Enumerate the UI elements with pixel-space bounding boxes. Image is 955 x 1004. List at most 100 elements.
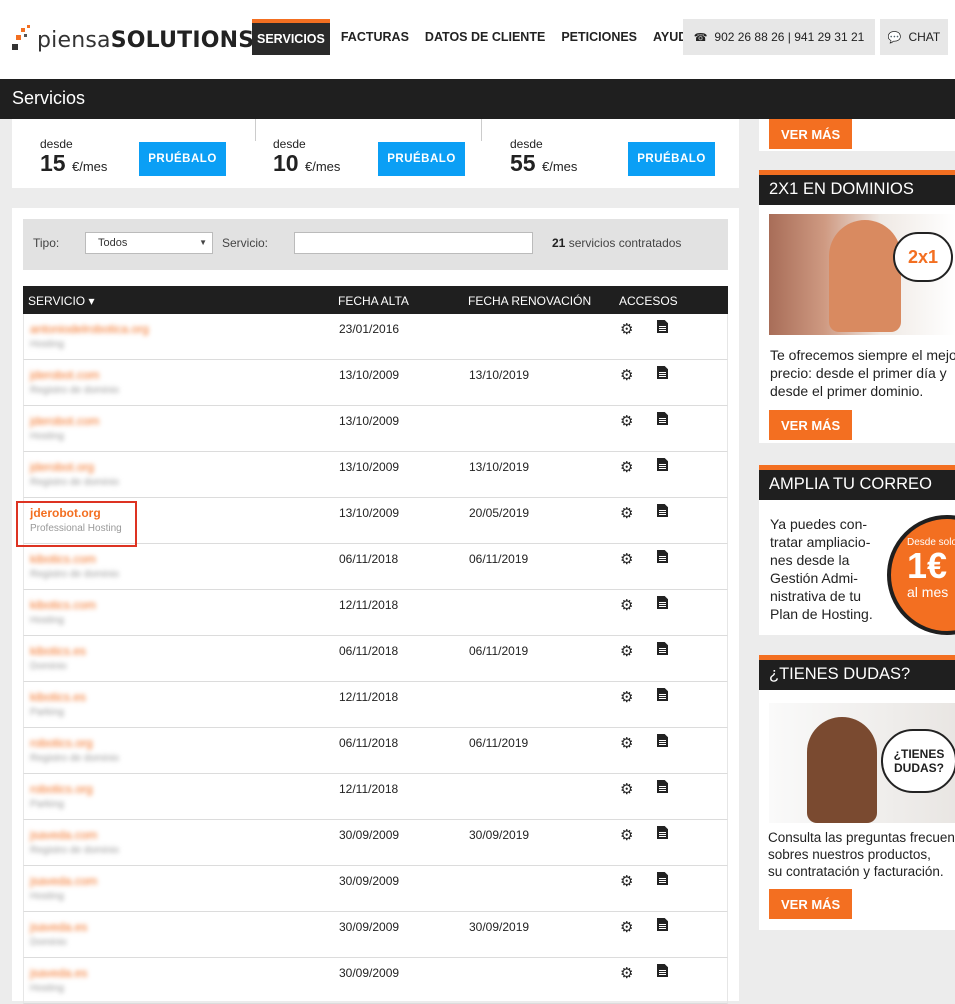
service-name-link[interactable]: robotics.org — [30, 736, 93, 750]
fecha-alta: 06/11/2018 — [339, 552, 399, 566]
nav-facturas[interactable]: FACTURAS — [336, 19, 414, 55]
service-name-link[interactable]: antoniodelrobotica.org — [30, 322, 149, 336]
document-icon[interactable] — [657, 596, 668, 609]
logo-name-bold: SOLUTIONS — [110, 27, 255, 53]
dominios-text-1: Te ofrecemos siempre el mejor — [770, 347, 955, 363]
service-name-link[interactable]: jderobot.com — [30, 414, 99, 428]
fecha-alta: 12/11/2018 — [339, 690, 399, 704]
services-count-text: servicios contratados — [568, 236, 682, 250]
document-icon[interactable] — [657, 688, 668, 701]
document-icon[interactable] — [657, 872, 668, 885]
try-button[interactable]: PRUÉBALO — [139, 142, 226, 176]
settings-gears-icon[interactable]: ⚙ — [620, 872, 633, 890]
document-icon[interactable] — [657, 826, 668, 839]
header-fecha-alta: FECHA ALTA — [338, 294, 409, 308]
service-type: Parking — [30, 799, 64, 810]
dominios-text-2: precio: desde el primer día y — [770, 365, 947, 381]
service-type: Registro de dominio — [30, 753, 119, 764]
settings-gears-icon[interactable]: ⚙ — [620, 826, 633, 844]
divider — [255, 119, 256, 141]
table-row: kibotics.com Hosting 12/11/2018 ⚙ — [23, 590, 728, 636]
logo[interactable]: piensaSOLUTIONS — [12, 20, 254, 60]
document-icon[interactable] — [657, 734, 668, 747]
service-name-link[interactable]: jsaveda.com — [30, 828, 97, 842]
correo-text-1: Ya puedes con- — [770, 516, 868, 532]
nav-datos-cliente[interactable]: DATOS DE CLIENTE — [420, 19, 550, 55]
document-icon[interactable] — [657, 780, 668, 793]
fecha-alta: 30/09/2009 — [339, 828, 400, 842]
plan-desde: desde — [510, 137, 543, 151]
services-table-body: antoniodelrobotica.org Hosting 23/01/2016 ⚙… — [23, 314, 728, 1004]
correo-text-3: nes desde la — [770, 552, 850, 568]
document-icon[interactable] — [657, 642, 668, 655]
document-icon[interactable] — [657, 550, 668, 563]
divider — [481, 119, 482, 141]
phone-button[interactable]: ☎ 902 26 88 26 | 941 29 31 21 — [683, 19, 875, 55]
service-name-link[interactable]: kibotics.com — [30, 598, 96, 612]
chat-button[interactable]: 💬 CHAT — [880, 19, 948, 55]
phone-numbers: 902 26 88 26 | 941 29 31 21 — [714, 30, 865, 44]
settings-gears-icon[interactable]: ⚙ — [620, 366, 633, 384]
document-icon[interactable] — [657, 964, 668, 977]
dudas-title: ¿TIENES DUDAS? — [759, 655, 955, 690]
settings-gears-icon[interactable]: ⚙ — [620, 734, 633, 752]
plan-price-value: 15 — [40, 150, 66, 176]
service-name-link[interactable]: jderobot.org — [30, 460, 94, 474]
chevron-down-icon: ▼ — [199, 238, 207, 247]
settings-gears-icon[interactable]: ⚙ — [620, 642, 633, 660]
table-row: jderobot.org Registro de dominio 13/10/200… — [23, 452, 728, 498]
ver-mas-button[interactable]: VER MÁS — [769, 410, 853, 440]
woman-figure — [807, 717, 877, 823]
table-row: kibotics.com Registro de dominio 06/11/201… — [23, 544, 728, 590]
correo-text-6: Plan de Hosting. — [770, 606, 873, 622]
fecha-alta: 30/09/2009 — [339, 966, 400, 980]
settings-gears-icon[interactable]: ⚙ — [620, 688, 633, 706]
settings-gears-icon[interactable]: ⚙ — [620, 964, 633, 982]
fecha-alta: 12/11/2018 — [339, 598, 399, 612]
logo-mark-icon — [12, 24, 34, 56]
service-type: Parking — [30, 707, 64, 718]
fecha-alta: 13/10/2009 — [339, 460, 400, 474]
service-name-link[interactable]: jderobot.com — [30, 368, 99, 382]
ver-mas-button[interactable]: VER MÁS — [769, 889, 853, 919]
nav-peticiones[interactable]: PETICIONES — [556, 19, 642, 55]
settings-gears-icon[interactable]: ⚙ — [620, 550, 633, 568]
servicio-search-input[interactable] — [294, 232, 533, 254]
document-icon[interactable] — [657, 412, 668, 425]
table-row: kibotics.es Dominio 06/11/2018 06/11/2019 ⚙ — [23, 636, 728, 682]
dudas-text-1: Consulta las preguntas frecuentes — [768, 830, 955, 845]
service-name-link[interactable]: kibotics.es — [30, 644, 86, 658]
settings-gears-icon[interactable]: ⚙ — [620, 596, 633, 614]
ver-mas-button[interactable]: VER MÁS — [769, 119, 853, 149]
try-button[interactable]: PRUÉBALO — [378, 142, 465, 176]
fecha-alta: 06/11/2018 — [339, 736, 399, 750]
service-name-link[interactable]: jsaveda.com — [30, 874, 97, 888]
service-name-link[interactable]: kibotics.es — [30, 690, 86, 704]
document-icon[interactable] — [657, 320, 668, 333]
service-name-link[interactable]: jsaveda.es — [30, 966, 87, 980]
document-icon[interactable] — [657, 918, 668, 931]
service-name-link[interactable]: kibotics.com — [30, 552, 96, 566]
try-button[interactable]: PRUÉBALO — [628, 142, 715, 176]
settings-gears-icon[interactable]: ⚙ — [620, 458, 633, 476]
document-icon[interactable] — [657, 458, 668, 471]
nav-servicios[interactable]: SERVICIOS — [252, 19, 330, 55]
plan-2: desde 10 €/mes — [273, 137, 340, 179]
correo-text-5: nistrativa de tu — [770, 588, 862, 604]
dominios-promo-image: 2x1 — [769, 214, 955, 335]
settings-gears-icon[interactable]: ⚙ — [620, 320, 633, 338]
tipo-select[interactable]: Todos ▼ — [85, 232, 213, 254]
service-name-link[interactable]: robotics.org — [30, 782, 93, 796]
settings-gears-icon[interactable]: ⚙ — [620, 504, 633, 522]
header-servicio[interactable]: SERVICIO ▾ — [28, 294, 95, 308]
service-name-link[interactable]: jsaveda.es — [30, 920, 87, 934]
table-row: jsaveda.es Dominio 30/09/2009 30/09/2019 ⚙ — [23, 912, 728, 958]
settings-gears-icon[interactable]: ⚙ — [620, 780, 633, 798]
settings-gears-icon[interactable]: ⚙ — [620, 918, 633, 936]
dominios-badge: 2x1 — [893, 232, 953, 282]
document-icon[interactable] — [657, 504, 668, 517]
service-type: Hosting — [30, 431, 64, 442]
tipo-select-value: Todos — [98, 237, 128, 249]
settings-gears-icon[interactable]: ⚙ — [620, 412, 633, 430]
document-icon[interactable] — [657, 366, 668, 379]
